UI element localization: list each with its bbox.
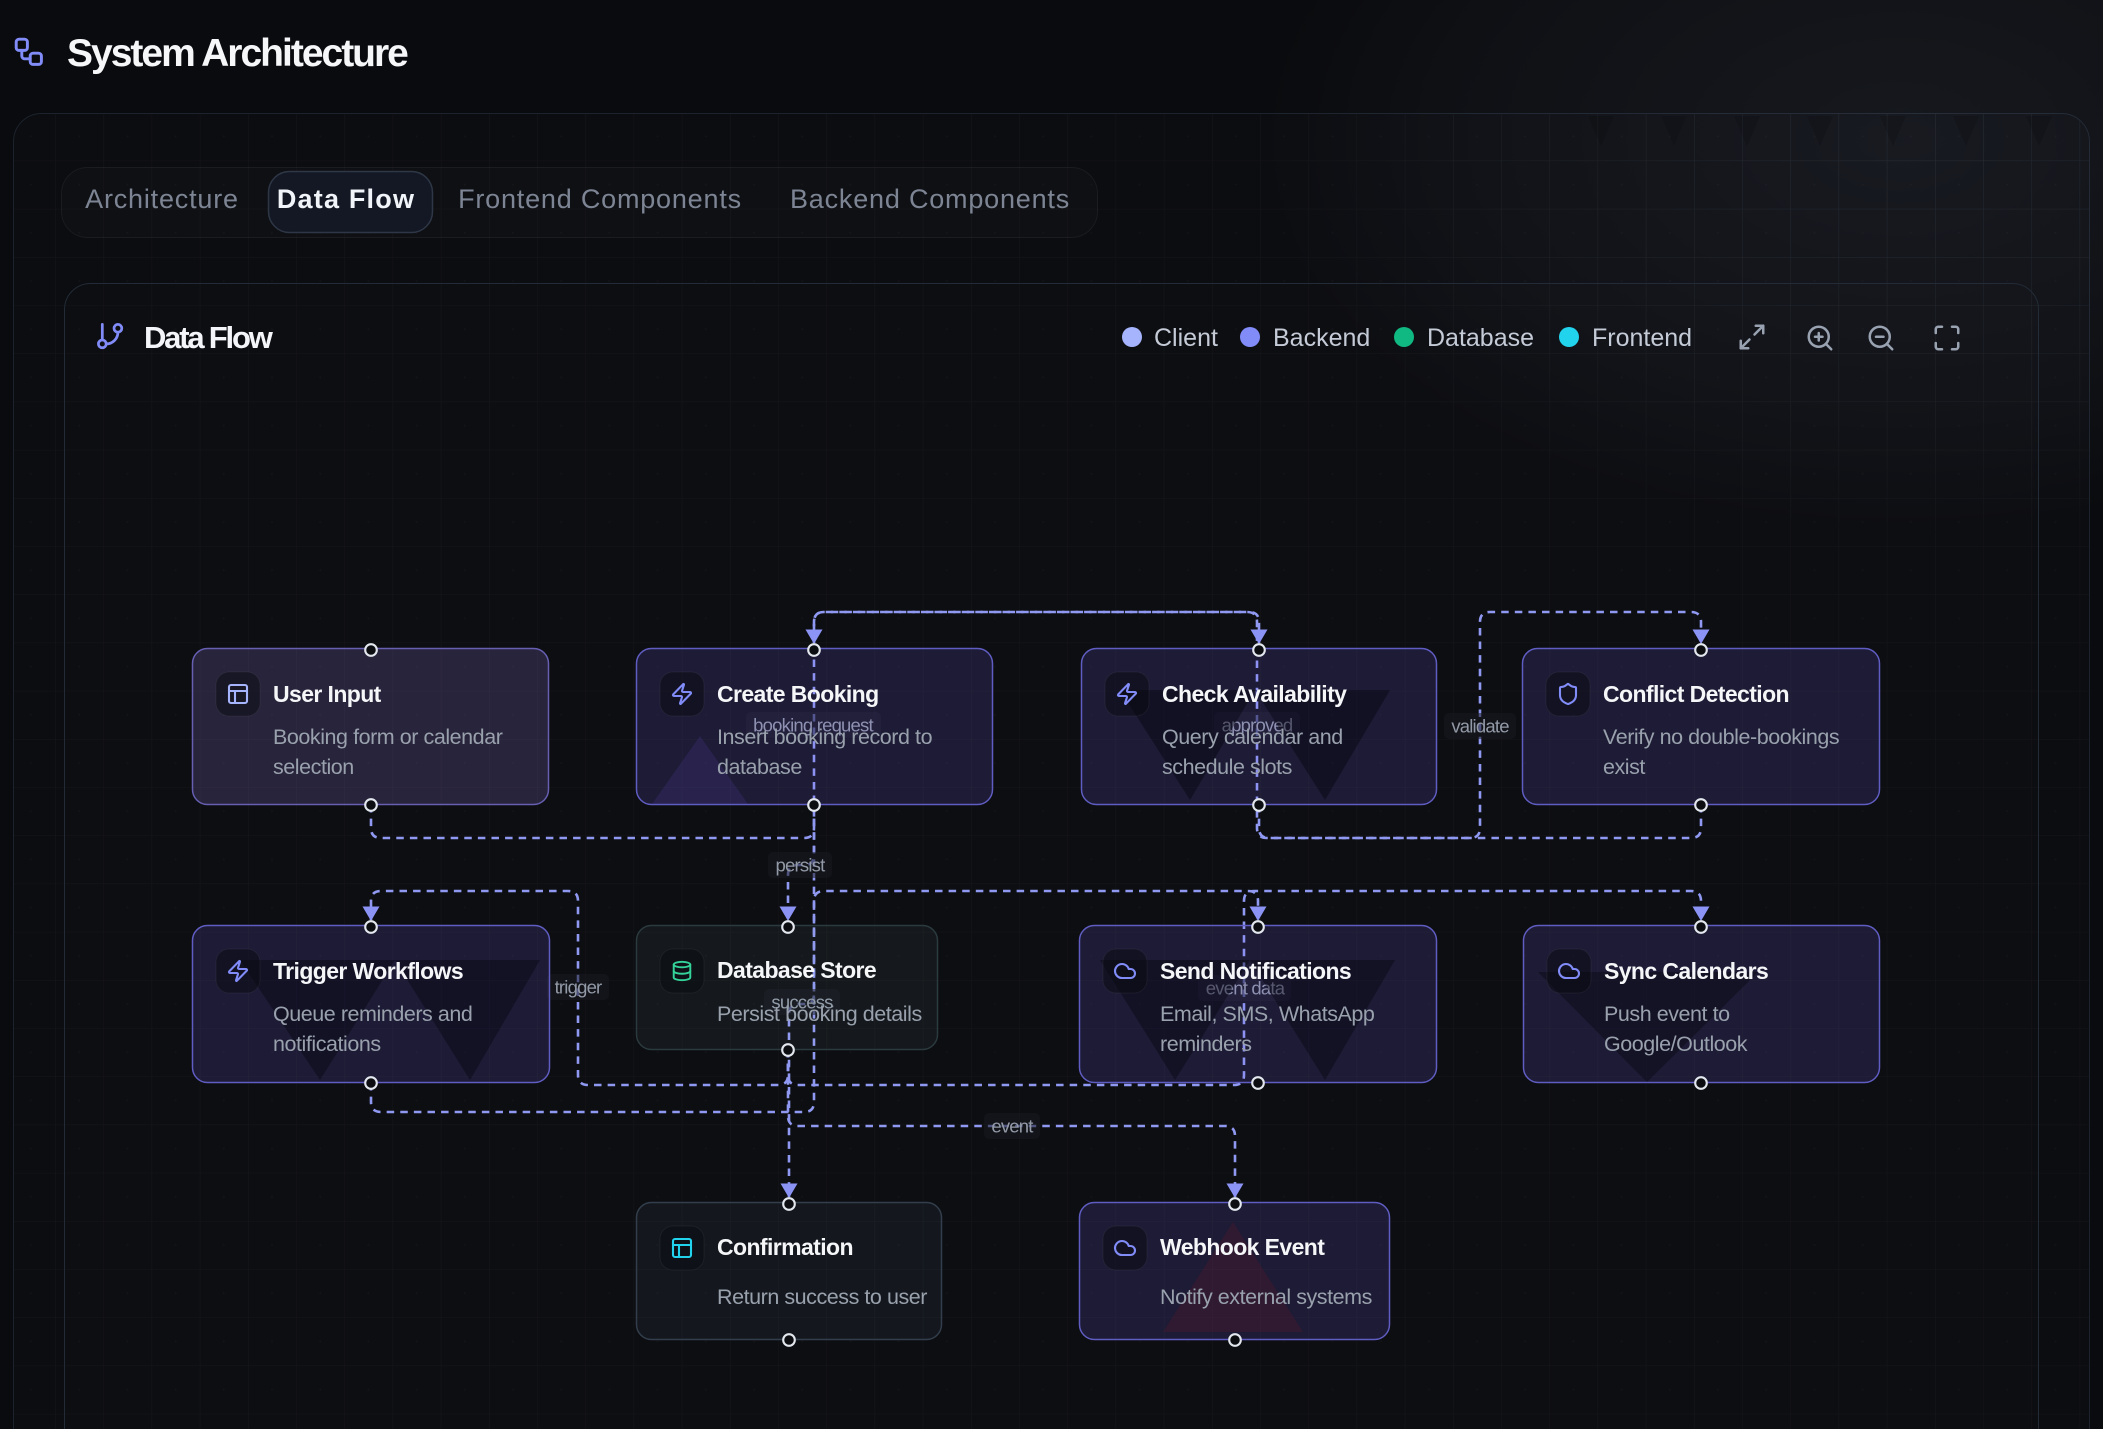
svg-text:Query calendar and: Query calendar and [1162, 725, 1343, 749]
svg-text:Database Store: Database Store [717, 957, 876, 983]
svg-text:Notify external systems: Notify external systems [1160, 1285, 1372, 1309]
svg-text:Webhook Event: Webhook Event [1160, 1234, 1325, 1260]
svg-text:Insert booking record to: Insert booking record to [717, 725, 933, 749]
svg-text:Data Flow: Data Flow [144, 320, 274, 355]
svg-text:Architecture: Architecture [85, 184, 239, 214]
svg-text:Email, SMS, WhatsApp: Email, SMS, WhatsApp [1160, 1002, 1375, 1026]
svg-text:Booking form or calendar: Booking form or calendar [273, 725, 503, 749]
svg-text:persist: persist [776, 855, 826, 876]
svg-text:Sync Calendars: Sync Calendars [1604, 958, 1768, 984]
svg-text:Verify no double-bookings: Verify no double-bookings [1603, 725, 1839, 749]
svg-text:Check Availability: Check Availability [1162, 681, 1347, 707]
svg-text:Frontend Components: Frontend Components [458, 184, 742, 214]
svg-text:Trigger Workflows: Trigger Workflows [273, 958, 463, 984]
svg-text:Queue reminders and: Queue reminders and [273, 1002, 472, 1026]
svg-text:Confirmation: Confirmation [717, 1234, 853, 1260]
svg-text:Persist booking details: Persist booking details [717, 1002, 922, 1026]
svg-text:Client: Client [1154, 324, 1218, 352]
svg-text:Conflict Detection: Conflict Detection [1603, 681, 1789, 707]
svg-text:Backend Components: Backend Components [790, 184, 1070, 214]
svg-text:notifications: notifications [273, 1032, 381, 1056]
svg-text:validate: validate [1451, 716, 1509, 737]
svg-text:selection: selection [273, 755, 354, 779]
svg-text:database: database [717, 755, 802, 779]
svg-text:reminders: reminders [1160, 1032, 1252, 1056]
svg-text:event: event [991, 1116, 1033, 1137]
svg-text:System Architecture: System Architecture [67, 32, 408, 75]
svg-text:Send Notifications: Send Notifications [1160, 958, 1351, 984]
svg-text:Frontend: Frontend [1592, 324, 1692, 352]
svg-text:trigger: trigger [555, 977, 602, 998]
svg-text:schedule slots: schedule slots [1162, 755, 1292, 779]
svg-text:Push event to: Push event to [1604, 1002, 1730, 1026]
svg-text:Return success to user: Return success to user [717, 1285, 927, 1309]
svg-text:Google/Outlook: Google/Outlook [1604, 1032, 1748, 1056]
svg-text:Database: Database [1427, 324, 1534, 352]
svg-text:Backend: Backend [1273, 324, 1370, 352]
svg-text:Create Booking: Create Booking [717, 681, 879, 707]
svg-text:Data Flow: Data Flow [277, 184, 415, 214]
svg-text:User Input: User Input [273, 681, 382, 707]
svg-text:exist: exist [1603, 755, 1645, 779]
